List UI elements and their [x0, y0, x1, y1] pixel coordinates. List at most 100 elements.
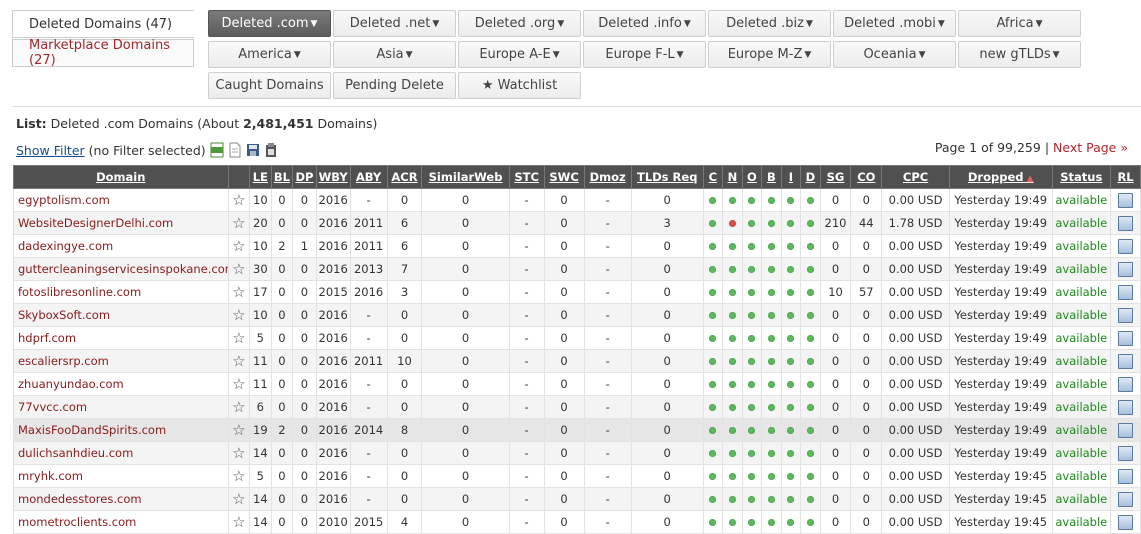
column-header[interactable]: I [780, 165, 802, 189]
column-header[interactable]: TLDs Req [630, 165, 704, 189]
star-icon[interactable]: ☆ [232, 260, 245, 278]
table-row[interactable]: dulichsanhdieu.com ☆ 14 0 0 2016-0 0-0-0 0 0 0.00… [13, 441, 1141, 465]
table-row[interactable]: SkyboxSoft.com ☆ 10 0 0 2016-0 0-0-0 0 0 0.00 USD… [13, 303, 1141, 327]
domain-link[interactable]: SkyboxSoft.com [13, 303, 229, 327]
show-filter-link[interactable]: Show Filter [16, 143, 85, 158]
category-button[interactable]: new gTLDs ▼ [958, 41, 1081, 68]
column-header[interactable]: LE [249, 165, 272, 189]
column-header[interactable]: SG [819, 165, 852, 189]
column-header[interactable]: RL [1110, 165, 1141, 189]
column-header[interactable]: C [702, 165, 724, 189]
register-icon[interactable] [1118, 261, 1134, 277]
register-icon[interactable] [1118, 353, 1134, 369]
table-row[interactable]: guttercleaningservicesinspokane.com ☆ 30 0 0… [13, 257, 1141, 281]
star-icon[interactable]: ☆ [232, 191, 245, 209]
star-icon[interactable]: ☆ [232, 398, 245, 416]
star-icon[interactable]: ☆ [232, 214, 245, 232]
register-icon[interactable] [1118, 376, 1134, 392]
next-page-link[interactable]: Next Page » [1053, 140, 1128, 155]
table-row[interactable]: hdprf.com ☆ 5 0 0 2016-0 0-0-0 0 0 0.00 USD Yester… [13, 326, 1141, 350]
category-button[interactable]: Europe M-Z ▼ [708, 41, 831, 68]
category-button[interactable]: Deleted .info ▼ [583, 10, 706, 37]
table-row[interactable]: dadexingye.com ☆ 10 2 1 2016 2011 6 0-0-0 0 0 0.00 … [13, 234, 1141, 258]
category-button[interactable]: ★ Watchlist [458, 72, 581, 99]
category-button[interactable]: Pending Delete [333, 72, 456, 99]
category-button[interactable]: Deleted .mobi ▼ [833, 10, 956, 37]
domain-link[interactable]: mometroclients.com [13, 510, 229, 534]
column-header[interactable]: Status [1051, 165, 1112, 189]
table-row[interactable]: 77vvcc.com ☆ 6 0 0 2016-0 0-0-0 0 0 0.00 USD Yeste… [13, 395, 1141, 419]
star-icon[interactable]: ☆ [232, 375, 245, 393]
table-row[interactable]: WebsiteDesignerDelhi.com ☆ 20 0 0 2016 2011 6 0-… [13, 211, 1141, 235]
category-button[interactable]: Deleted .biz ▼ [708, 10, 831, 37]
column-header[interactable]: ABY [349, 165, 388, 189]
domain-link[interactable]: guttercleaningservicesinspokane.com [13, 257, 229, 281]
category-button[interactable]: Africa ▼ [958, 10, 1081, 37]
domain-link[interactable]: escaliersrp.com [13, 349, 229, 373]
domain-link[interactable]: dulichsanhdieu.com [13, 441, 229, 465]
column-header[interactable]: ACR [386, 165, 423, 189]
register-icon[interactable] [1118, 330, 1134, 346]
star-icon[interactable]: ☆ [232, 513, 245, 531]
domain-link[interactable]: mondedesstores.com [13, 487, 229, 511]
table-row[interactable]: escaliersrp.com ☆ 11 0 0 2016 2011 10 0-0-0 0 0 0.0… [13, 349, 1141, 373]
category-button[interactable]: Oceania ▼ [833, 41, 956, 68]
domain-link[interactable]: MaxisFooDandSpirits.com [13, 418, 229, 442]
column-header[interactable]: Domain [13, 165, 229, 189]
column-header[interactable]: STC [508, 165, 545, 189]
register-icon[interactable] [1118, 514, 1134, 530]
star-icon[interactable]: ☆ [232, 421, 245, 439]
table-row[interactable]: mondedesstores.com ☆ 14 0 0 2016-0 0-0-0 0 0 0.00… [13, 487, 1141, 511]
table-row[interactable]: MaxisFooDandSpirits.com ☆ 19 2 0 2016 2014 8 0-0… [13, 418, 1141, 442]
category-button[interactable]: Deleted .org ▼ [458, 10, 581, 37]
category-button[interactable]: Europe A-E ▼ [458, 41, 581, 68]
register-icon[interactable] [1118, 468, 1134, 484]
column-header[interactable]: BL [270, 165, 294, 189]
column-header[interactable]: SWC [543, 165, 585, 189]
domain-link[interactable]: 77vvcc.com [13, 395, 229, 419]
category-button[interactable]: Deleted .net ▼ [333, 10, 456, 37]
domain-link[interactable]: fotoslibresonline.com [13, 280, 229, 304]
category-button[interactable]: Caught Domains [208, 72, 331, 99]
column-header[interactable]: WBY [315, 165, 351, 189]
category-button[interactable]: Europe F-L ▼ [583, 41, 706, 68]
csv-export-icon[interactable] [210, 142, 224, 158]
clipboard-icon[interactable] [264, 142, 278, 158]
column-header[interactable]: Dropped ▲ [948, 165, 1053, 189]
domain-link[interactable]: zhuanyundao.com [13, 372, 229, 396]
column-header[interactable]: DP [292, 165, 317, 189]
table-row[interactable]: fotoslibresonline.com ☆ 17 0 0 2015 2016 3 0-0-0… [13, 280, 1141, 304]
register-icon[interactable] [1118, 491, 1134, 507]
register-icon[interactable] [1118, 238, 1134, 254]
register-icon[interactable] [1118, 422, 1134, 438]
document-icon[interactable] [228, 142, 242, 158]
column-header[interactable]: O [741, 165, 763, 189]
tab-deleted-domains[interactable]: Deleted Domains (47) [12, 10, 194, 38]
table-row[interactable]: mryhk.com ☆ 5 0 0 2016-0 0-0-0 0 0 0.00 USD Yester… [13, 464, 1141, 488]
domain-link[interactable]: WebsiteDesignerDelhi.com [13, 211, 229, 235]
star-icon[interactable]: ☆ [232, 283, 245, 301]
star-icon[interactable]: ☆ [232, 329, 245, 347]
tab-marketplace-domains[interactable]: Marketplace Domains (27) [12, 38, 194, 68]
column-header[interactable]: N [722, 165, 743, 189]
save-icon[interactable] [246, 142, 260, 158]
domain-link[interactable]: egyptolism.com [13, 188, 229, 212]
column-header[interactable]: CPC [881, 165, 950, 189]
star-icon[interactable]: ☆ [232, 352, 245, 370]
category-button[interactable]: Asia ▼ [333, 41, 456, 68]
column-header[interactable]: CO [850, 165, 883, 189]
table-row[interactable]: zhuanyundao.com ☆ 11 0 0 2016-0 0-0-0 0 0 0.00 US… [13, 372, 1141, 396]
register-icon[interactable] [1118, 215, 1134, 231]
column-header[interactable]: D [800, 165, 821, 189]
star-icon[interactable]: ☆ [232, 444, 245, 462]
category-button[interactable]: America ▼ [208, 41, 331, 68]
star-icon[interactable]: ☆ [232, 306, 245, 324]
table-row[interactable]: mometroclients.com ☆ 14 0 0 2010 2015 4 0-0-0 0 0 0… [13, 510, 1141, 534]
category-button[interactable]: Deleted .com ▼ [208, 10, 331, 37]
register-icon[interactable] [1118, 307, 1134, 323]
register-icon[interactable] [1118, 284, 1134, 300]
register-icon[interactable] [1118, 192, 1134, 208]
register-icon[interactable] [1118, 399, 1134, 415]
domain-link[interactable]: mryhk.com [13, 464, 229, 488]
star-icon[interactable]: ☆ [232, 467, 245, 485]
